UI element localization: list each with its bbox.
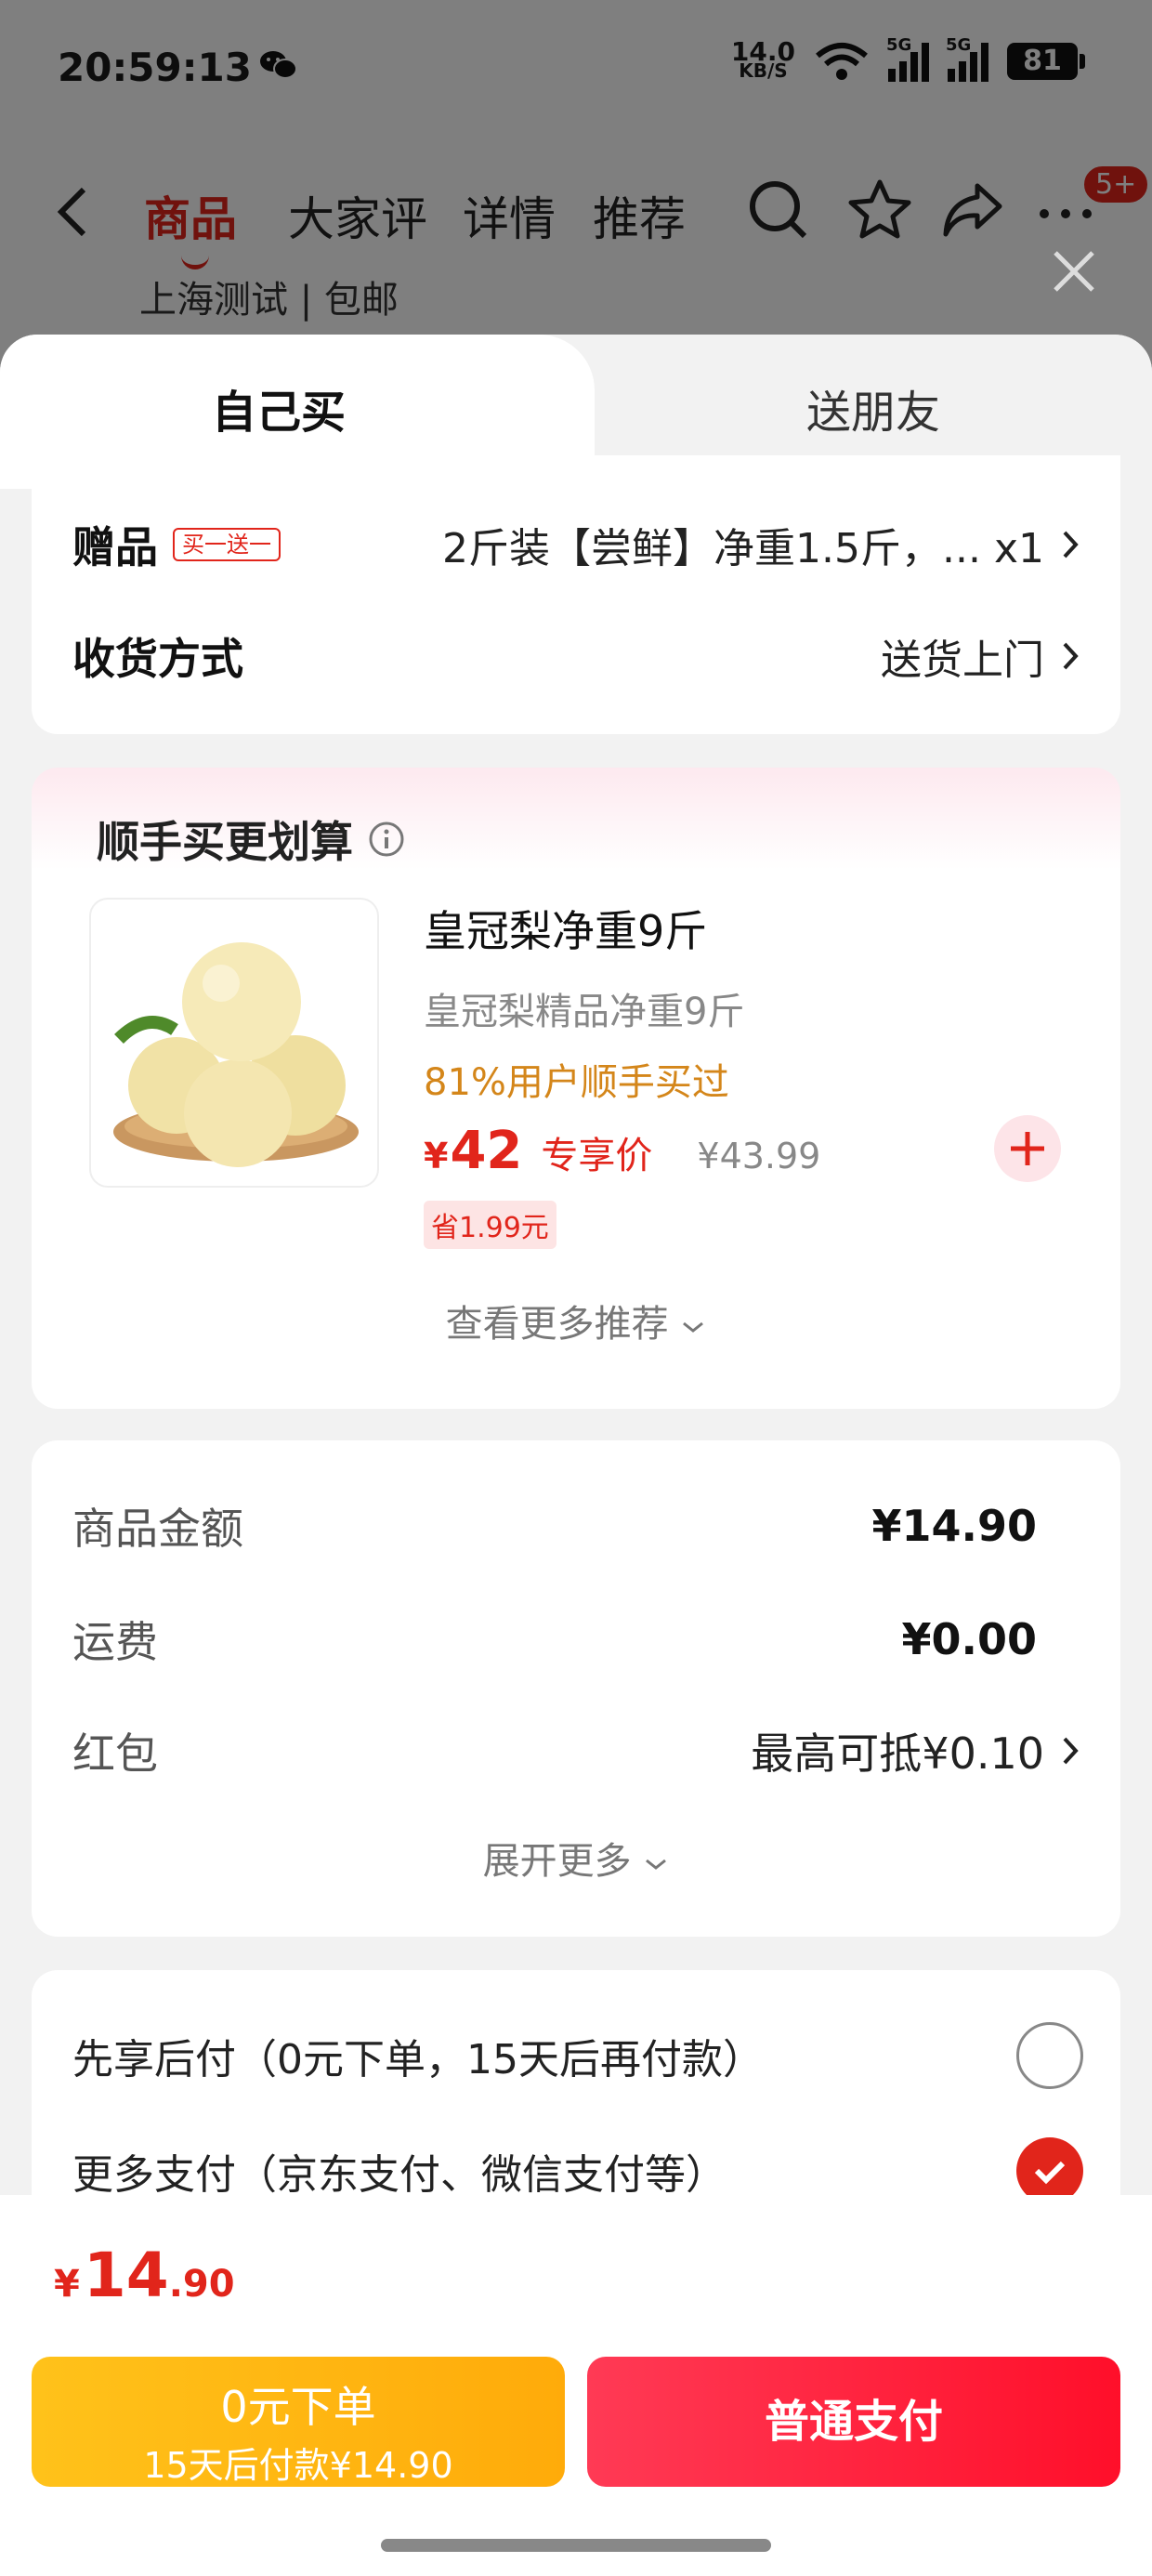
gift-label: 赠品 [72, 522, 158, 572]
gift-promo-tag: 买一送一 [173, 528, 281, 561]
expand-more-label: 展开更多 [482, 1840, 632, 1883]
shipping-label: 运费 [72, 1617, 158, 1667]
more-recommend-link[interactable]: 查看更多推荐 [32, 1294, 1120, 1347]
price-value: 42 [450, 1121, 523, 1181]
original-price: ¥43.99 [697, 1136, 821, 1176]
pay-later-button[interactable]: 0元下单 15天后付款¥14.90 [32, 2357, 565, 2487]
plus-icon [1011, 1132, 1044, 1165]
add-product-button[interactable] [994, 1115, 1061, 1182]
recommend-card: 顺手买更划算 皇冠梨净重9斤 皇冠梨精品净重9斤 81%用户顺手买过 ¥ 42 … [32, 768, 1120, 1409]
tab-gift-friend[interactable]: 送朋友 [595, 375, 1152, 440]
gift-row[interactable]: 赠品 买一送一 2斤装【尝鲜】净重1.5斤，... x1 [72, 507, 1080, 582]
redpack-label: 红包 [72, 1728, 158, 1779]
product-image[interactable] [89, 898, 379, 1188]
goods-amount-label: 商品金额 [72, 1504, 243, 1554]
pear-illustration [113, 942, 359, 1167]
product-title[interactable]: 皇冠梨净重9斤 [424, 898, 707, 959]
delivery-value: 送货上门 [881, 637, 1044, 684]
shipping-row: 运费 ¥0.00 [72, 1602, 1037, 1676]
chevron-down-icon [646, 1859, 667, 1870]
chevron-down-icon [683, 1321, 704, 1333]
expand-more-link[interactable]: 展开更多 [32, 1831, 1120, 1885]
buy-rate-text: 81%用户顺手买过 [424, 1061, 729, 1104]
tab-self-buy-label: 自己买 [211, 387, 346, 439]
pay-later-button-subtitle: 15天后付款¥14.90 [143, 2445, 453, 2486]
price-tag: 专享价 [541, 1135, 653, 1177]
recommend-title-text: 顺手买更划算 [97, 817, 353, 867]
redpack-value: 最高可抵¥0.10 [751, 1728, 1044, 1779]
close-icon[interactable] [1046, 243, 1102, 299]
delivery-row[interactable]: 收货方式 送货上门 [72, 619, 1080, 693]
home-indicator[interactable] [381, 2539, 771, 2552]
total-decimal: .90 [168, 2263, 235, 2306]
order-info-card: 赠品 买一送一 2斤装【尝鲜】净重1.5斤，... x1 收货方式 送货上门 [32, 455, 1120, 734]
goods-amount-row: 商品金额 ¥14.90 [72, 1489, 1037, 1563]
pay-later-radio[interactable] [1016, 2022, 1083, 2089]
amount-card: 商品金额 ¥14.90 运费 ¥0.00 红包 最高可抵¥0.10 展开更多 [32, 1440, 1120, 1937]
info-icon[interactable] [368, 821, 405, 858]
total-integer: 14 [83, 2240, 169, 2311]
chevron-right-icon [1063, 531, 1079, 559]
chevron-right-icon [1063, 642, 1079, 670]
recommend-title: 顺手买更划算 [97, 808, 405, 870]
more-pay-label: 更多支付（京东支付、微信支付等） [72, 2151, 727, 2199]
total-currency: ¥ [54, 2263, 80, 2306]
product-price: ¥ 42 专享价 ¥43.99 [424, 1121, 820, 1181]
checkout-bar: ¥ 14 .90 0元下单 15天后付款¥14.90 普通支付 [0, 2195, 1152, 2576]
product-subtitle: 皇冠梨精品净重9斤 [424, 991, 745, 1033]
delivery-label: 收货方式 [72, 634, 243, 684]
normal-pay-button[interactable]: 普通支付 [587, 2357, 1120, 2487]
more-recommend-label: 查看更多推荐 [445, 1303, 669, 1346]
total-price: ¥ 14 .90 [54, 2240, 235, 2311]
goods-amount-value: ¥14.90 [871, 1501, 1037, 1551]
price-currency: ¥ [424, 1136, 449, 1176]
chevron-right-icon [1063, 1737, 1079, 1765]
save-tag: 省1.99元 [424, 1201, 556, 1249]
pay-later-label: 先享后付（0元下单，15天后再付款） [72, 2036, 764, 2083]
redpack-row[interactable]: 红包 最高可抵¥0.10 [72, 1714, 1080, 1788]
gift-value: 2斤装【尝鲜】净重1.5斤，... x1 [442, 525, 1044, 572]
dim-overlay[interactable] [0, 0, 1152, 372]
pay-later-option[interactable]: 先享后付（0元下单，15天后再付款） [72, 2018, 1083, 2093]
shipping-value: ¥0.00 [901, 1614, 1037, 1664]
pay-later-button-title: 0元下单 [220, 2382, 376, 2432]
